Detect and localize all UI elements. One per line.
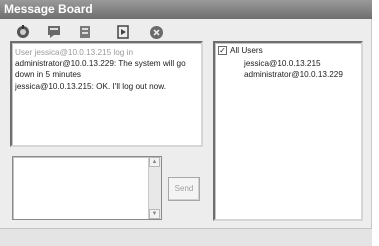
all-users-checkbox[interactable]: ✓ xyxy=(218,46,227,55)
close-icon[interactable] xyxy=(148,24,164,40)
log-line: jessica@10.0.13.215: OK. I'll log out no… xyxy=(15,82,166,91)
status-bar xyxy=(0,228,372,246)
send-button[interactable]: Send xyxy=(168,177,200,201)
message-input[interactable]: ▲ ▼ xyxy=(12,156,162,220)
chat-icon[interactable] xyxy=(46,24,62,40)
log-line: User jessica@10.0.13.215 log in xyxy=(15,48,133,57)
message-board-window: Message Board User jessica@10.0.13.215 l… xyxy=(0,0,372,246)
log-line: administrator@10.0.13.229: The system wi… xyxy=(15,59,186,68)
scroll-up-icon[interactable]: ▲ xyxy=(149,157,160,167)
scroll-down-icon[interactable]: ▼ xyxy=(149,209,160,219)
user-list-item[interactable]: administrator@10.0.13.229 xyxy=(244,69,343,80)
user-list-item[interactable]: jessica@10.0.13.215 xyxy=(244,58,321,69)
connect-icon[interactable] xyxy=(15,24,31,40)
logout-icon[interactable] xyxy=(115,24,131,40)
window-title: Message Board xyxy=(0,0,372,19)
input-scrollbar[interactable]: ▲ ▼ xyxy=(148,157,161,219)
log-line: down in 5 minutes xyxy=(15,70,81,79)
message-log: User jessica@10.0.13.215 log in administ… xyxy=(10,41,203,147)
user-list-panel: ✓ All Users jessica@10.0.13.215 administ… xyxy=(213,41,363,221)
all-users-label[interactable]: All Users xyxy=(230,45,263,56)
users-icon[interactable] xyxy=(77,24,93,40)
